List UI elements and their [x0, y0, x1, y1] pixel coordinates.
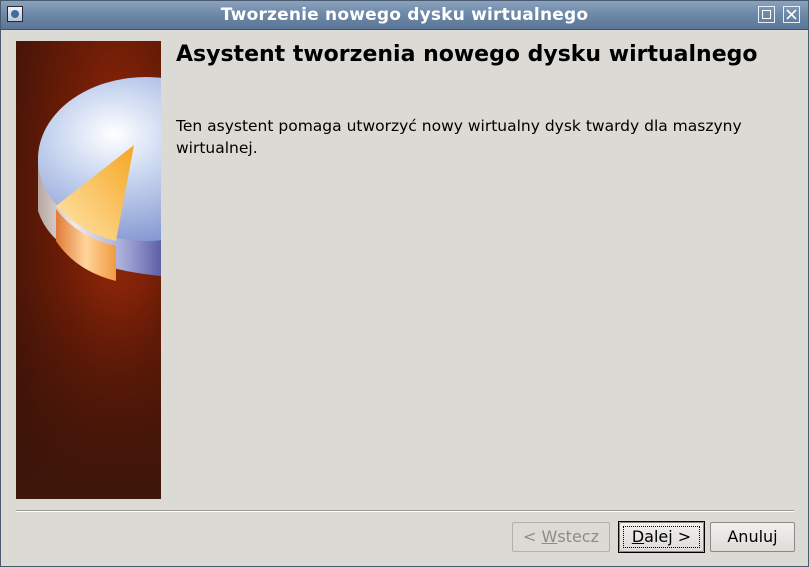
next-button-rest: alej > [644, 527, 692, 546]
maximize-button[interactable] [758, 6, 775, 23]
back-button-mnemonic: W [541, 527, 558, 546]
cancel-button[interactable]: Anuluj [710, 522, 795, 552]
back-button-prefix: < [523, 527, 542, 546]
close-icon [786, 9, 797, 20]
next-button-mnemonic: D [631, 527, 645, 546]
maximize-icon [762, 10, 771, 19]
wizard-description: Ten asystent pomaga utworzyć nowy wirtua… [176, 117, 742, 157]
window-title: Tworzenie nowego dysku wirtualnego [220, 5, 589, 25]
title-bar[interactable]: Tworzenie nowego dysku wirtualnego [1, 1, 808, 30]
wizard-side-image [16, 41, 161, 499]
wizard-heading: Asystent tworzenia nowego dysku wirtualn… [176, 42, 758, 67]
close-button[interactable] [783, 6, 800, 23]
hard-disk-illustration-icon [16, 41, 161, 499]
back-button-rest: stecz [557, 527, 599, 546]
back-button[interactable]: < Wstecz [512, 522, 610, 552]
next-button[interactable]: Dalej > [618, 521, 705, 553]
focus-ring [623, 526, 700, 548]
dialog-window: Tworzenie nowego dysku wirtualnego Asyst… [0, 0, 809, 567]
button-separator [16, 510, 794, 512]
